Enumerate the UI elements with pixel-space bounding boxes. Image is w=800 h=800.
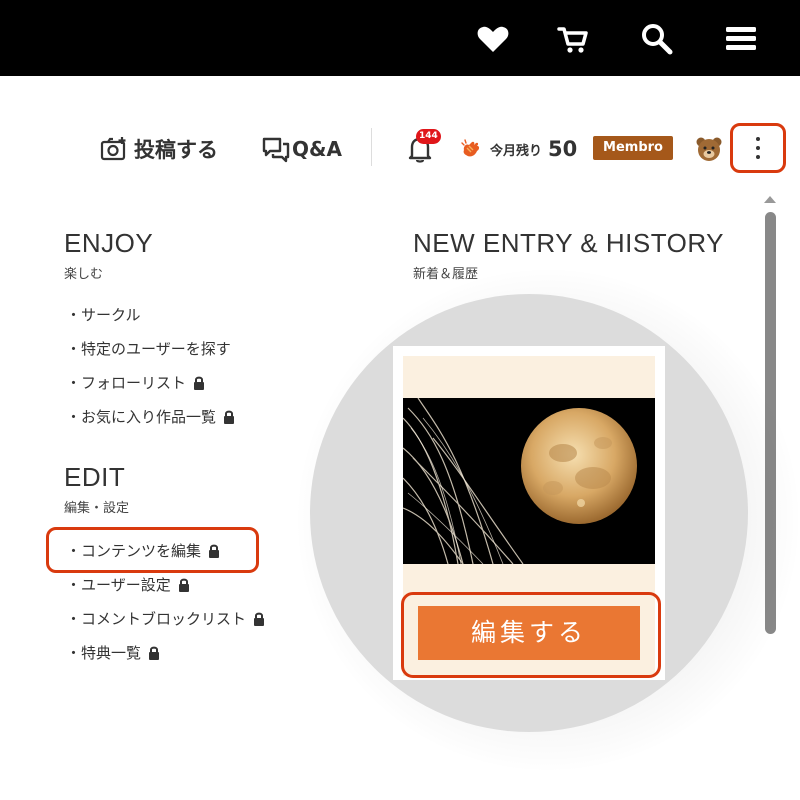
vertical-dots-icon [756,137,760,159]
edit-button[interactable]: 編集する [418,606,640,660]
lock-icon [194,376,205,390]
entry-thumbnail-moon[interactable] [403,398,655,564]
points-value: 50 [548,137,578,161]
menu-item-comment-block-list[interactable]: ・コメントブロックリスト [66,607,266,629]
menu-item-label: ・サークル [66,305,141,324]
notification-count-badge: 144 [416,129,441,144]
menu-item-label: ・ユーザー設定 [66,575,171,594]
lock-icon [254,612,265,626]
menu-item-circle[interactable]: ・サークル [66,303,141,325]
menu-item-label: ・フォローリスト [66,373,187,392]
membership-badge[interactable]: Membro [593,136,673,160]
menu-item-favorites[interactable]: ・お気に入り作品一覧 [66,405,236,427]
qa-button[interactable]: Q&A [262,134,342,164]
lock-icon [209,544,220,558]
menu-item-label: ・特定のユーザーを探す [66,339,231,358]
menu-item-label: ・コメントブロックリスト [66,609,247,628]
menu-item-find-user[interactable]: ・特定のユーザーを探す [66,337,231,359]
lock-icon [224,410,235,424]
search-icon[interactable] [640,22,674,56]
qa-label: Q&A [292,137,342,161]
post-label: 投稿する [134,138,218,162]
points-label: 今月残り [490,143,543,159]
menu-item-label: ・お気に入り作品一覧 [66,407,217,426]
more-options-button[interactable] [730,123,786,173]
enjoy-subtitle: 楽しむ [64,267,104,282]
menu-item-edit-contents[interactable]: ・コンテンツを編集 [66,539,221,561]
camera-plus-icon [100,137,126,161]
top-navigation-bar [0,0,800,76]
monthly-points: 今月残り 50 [460,136,577,162]
cart-icon[interactable] [556,22,590,56]
enjoy-title: ENJOY [64,228,154,258]
menu-item-benefits-list[interactable]: ・特典一覧 [66,641,161,663]
edit-title: EDIT [64,462,126,492]
menu-item-label: ・特典一覧 [66,643,142,662]
user-header: 投稿する Q&A 144 今月残り 50 Membro [0,118,800,182]
lock-icon [178,578,189,592]
new-entry-subtitle: 新着＆履歴 [413,267,479,282]
post-button[interactable]: 投稿する [100,134,218,164]
avatar[interactable] [695,135,723,163]
menu-item-follow-list[interactable]: ・フォローリスト [66,371,206,393]
clap-hands-icon [461,139,480,157]
menu-item-user-settings[interactable]: ・ユーザー設定 [66,573,191,595]
header-divider [371,128,372,166]
lock-icon [149,646,160,660]
heart-icon[interactable] [476,22,510,56]
chat-bubbles-icon [262,137,290,163]
new-entry-title: NEW ENTRY & HISTORY [413,228,724,258]
hamburger-menu-icon[interactable] [724,22,758,56]
edit-subtitle: 編集・設定 [64,501,130,516]
scroll-up-arrow[interactable] [764,196,776,203]
menu-item-label: ・コンテンツを編集 [66,541,202,560]
